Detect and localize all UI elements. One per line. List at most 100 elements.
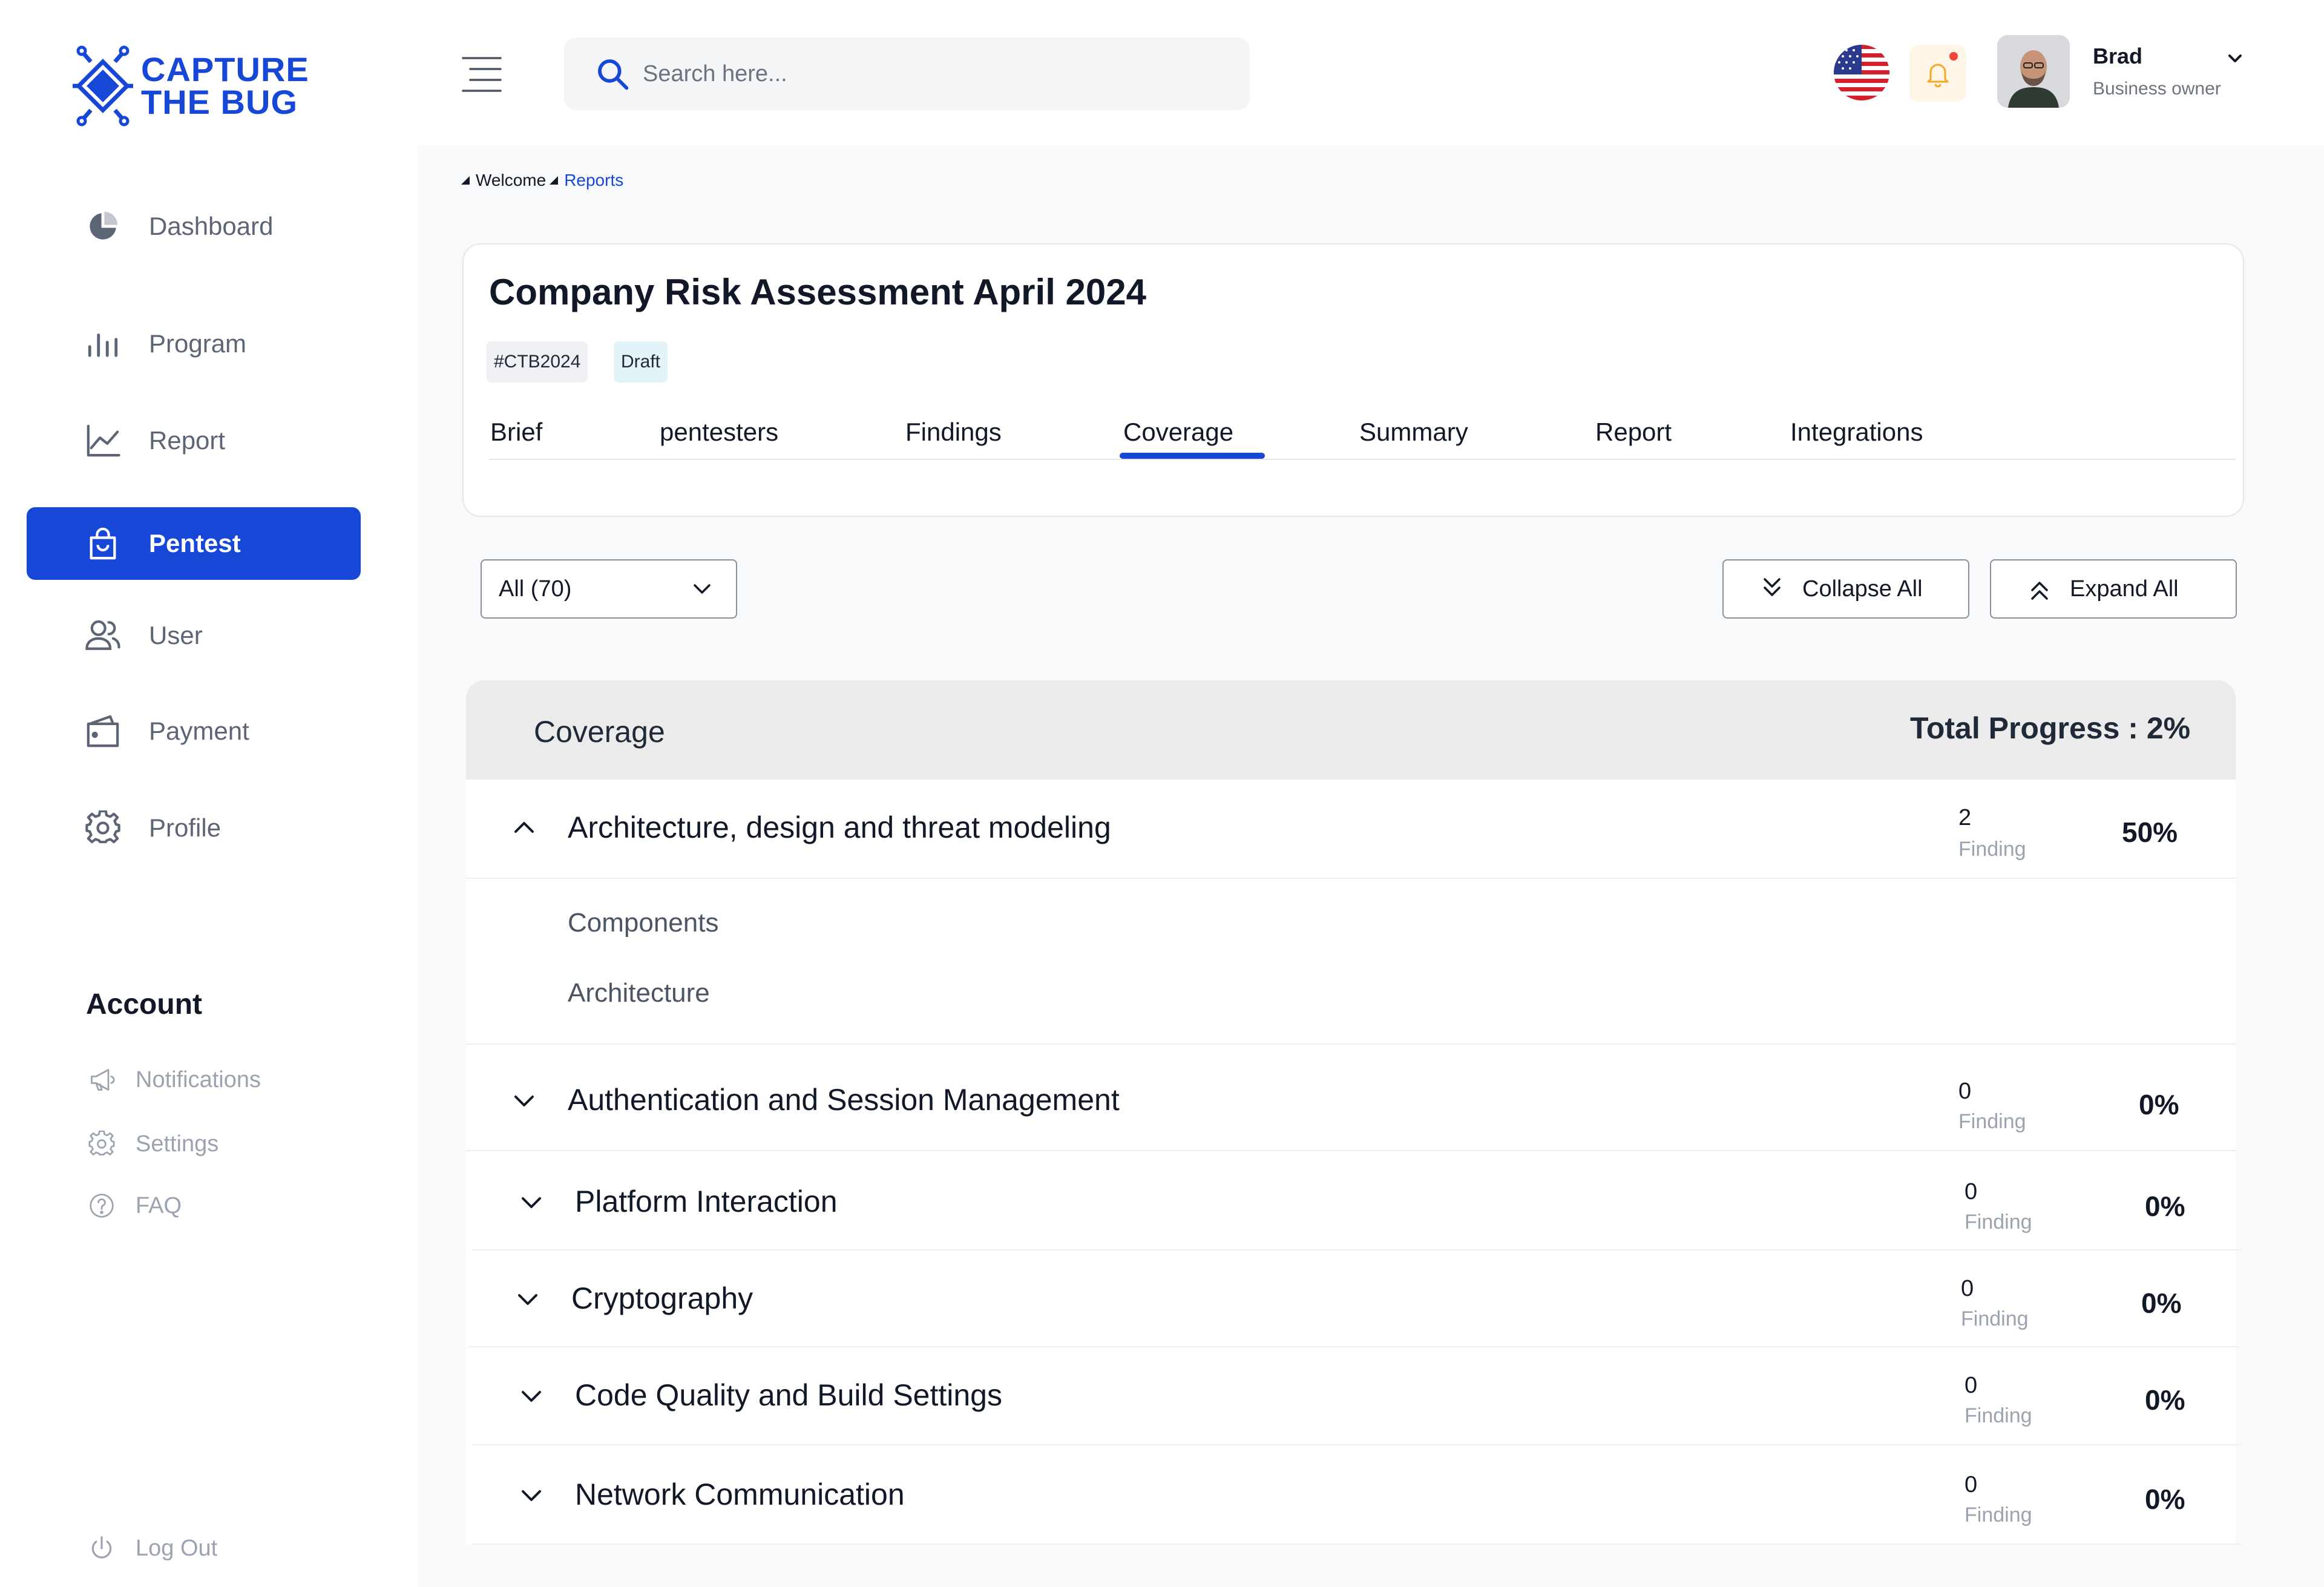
language-flag-icon[interactable] (1834, 45, 1889, 100)
sidebar-item-faq[interactable]: FAQ (87, 1188, 182, 1224)
chevron-up-icon[interactable] (511, 815, 537, 841)
search-input[interactable] (643, 61, 1187, 87)
question-icon (87, 1191, 116, 1220)
shopping-bag-icon (85, 525, 121, 562)
search-bar[interactable] (564, 38, 1250, 110)
brand-line-2: THE BUG (141, 83, 298, 121)
bell-icon (1927, 64, 1949, 88)
tab-divider (489, 459, 2236, 460)
filter-select[interactable]: All (70) (481, 559, 737, 619)
double-chevron-down-icon (1764, 578, 1781, 596)
megaphone-icon (87, 1065, 116, 1094)
sidebar-item-dashboard[interactable]: Dashboard (27, 190, 361, 263)
sub-category-item[interactable]: Architecture (568, 978, 710, 1008)
chevron-down-icon[interactable] (2225, 48, 2245, 69)
sub-category-item[interactable]: Components (568, 908, 718, 938)
tab-coverage[interactable]: Coverage (1123, 418, 1233, 447)
double-chevron-up-icon (2031, 582, 2048, 600)
finding-label: Finding (1965, 1211, 2032, 1234)
sidebar-item-label: Profile (149, 813, 222, 842)
category-name: Network Communication (575, 1477, 905, 1511)
breadcrumb-separator-icon (461, 176, 470, 185)
logout-button[interactable]: Log Out (87, 1530, 217, 1566)
finding-count: 0 (1965, 1179, 1978, 1204)
category-percent: 0% (2145, 1191, 2185, 1222)
sidebar-item-user[interactable]: User (27, 599, 361, 672)
brand-name: CAPTURE THE BUG (141, 53, 309, 119)
category-name: Code Quality and Build Settings (575, 1378, 1002, 1412)
notification-dot (1949, 52, 1958, 61)
sidebar-item-report[interactable]: Report (27, 404, 361, 477)
coverage-row-network-communication[interactable]: Network Communication 0 Finding 0% (472, 1445, 2242, 1545)
expand-all-button[interactable]: Expand All (1990, 559, 2237, 619)
finding-count: 0 (1965, 1472, 1978, 1497)
tab-brief[interactable]: Brief (490, 418, 542, 447)
chevron-down-icon[interactable] (518, 1189, 545, 1215)
sidebar-item-notifications[interactable]: Notifications (87, 1062, 261, 1098)
category-name: Platform Interaction (575, 1184, 838, 1218)
brand-logo[interactable]: CAPTURE THE BUG (70, 44, 309, 128)
chevron-down-icon[interactable] (511, 1087, 537, 1114)
sidebar-item-label: Settings (136, 1131, 219, 1157)
coverage-title: Coverage (534, 715, 665, 749)
tab-findings[interactable]: Findings (905, 418, 1002, 447)
user-role: Business owner (2093, 79, 2221, 99)
category-percent: 50% (2122, 816, 2178, 848)
category-name: Authentication and Session Management (568, 1083, 1120, 1117)
sidebar-item-pentest[interactable]: Pentest (27, 507, 361, 580)
breadcrumb-home[interactable]: Welcome (476, 171, 546, 190)
breadcrumb: Welcome Reports (461, 171, 623, 190)
sidebar-item-program[interactable]: Program (27, 307, 361, 380)
gear-icon (87, 1129, 116, 1158)
sidebar-item-label: Dashboard (149, 212, 274, 240)
sidebar-item-profile[interactable]: Profile (27, 792, 361, 864)
pie-chart-icon (85, 208, 121, 245)
logout-label: Log Out (136, 1535, 218, 1561)
breadcrumb-current[interactable]: Reports (564, 171, 623, 190)
coverage-row-authentication[interactable]: Authentication and Session Management 0 … (466, 1045, 2236, 1151)
category-percent: 0% (2139, 1089, 2179, 1120)
coverage-row-platform-interaction[interactable]: Platform Interaction 0 Finding 0% (472, 1151, 2242, 1250)
avatar[interactable] (1997, 35, 2070, 108)
page-title: Company Risk Assessment April 2024 (489, 272, 1147, 312)
collapse-all-button[interactable]: Collapse All (1722, 559, 1969, 619)
coverage-row-cryptography[interactable]: Cryptography 0 Finding 0% (468, 1250, 2238, 1347)
chevron-down-icon[interactable] (518, 1382, 545, 1409)
coverage-row-architecture[interactable]: Architecture, design and threat modeling… (466, 780, 2236, 879)
finding-label: Finding (1965, 1503, 2032, 1526)
sidebar-item-label: Program (149, 329, 247, 358)
category-name: Architecture, design and threat modeling (568, 810, 1111, 844)
sidebar-item-label: FAQ (136, 1192, 182, 1218)
finding-label: Finding (1961, 1307, 2029, 1330)
expand-all-label: Expand All (2070, 576, 2179, 602)
tab-report[interactable]: Report (1595, 418, 1672, 447)
tab-summary[interactable]: Summary (1359, 418, 1468, 447)
filter-value: All (70) (499, 576, 572, 602)
line-chart-icon (85, 422, 121, 459)
coverage-row-children: Components Architecture (466, 879, 2236, 1045)
chevron-down-icon[interactable] (514, 1286, 541, 1312)
sidebar-item-label: Payment (149, 717, 249, 745)
sidebar-item-settings[interactable]: Settings (87, 1126, 218, 1162)
sidebar-item-label: Pentest (149, 529, 241, 557)
search-icon (598, 59, 629, 90)
hamburger-menu-icon[interactable] (462, 56, 502, 92)
tab-pentesters[interactable]: pentesters (660, 418, 778, 447)
total-progress: Total Progress : 2% (1910, 711, 2191, 745)
power-icon (87, 1534, 116, 1563)
finding-count: 0 (1958, 1079, 1972, 1104)
bug-logo-icon (73, 45, 133, 126)
sidebar-item-payment[interactable]: Payment (27, 695, 361, 767)
wallet-icon (85, 713, 121, 749)
category-percent: 0% (2145, 1384, 2185, 1416)
chevron-down-icon[interactable] (518, 1482, 545, 1508)
status-badge: Draft (614, 341, 668, 383)
finding-count: 2 (1958, 805, 1972, 830)
coverage-row-code-quality[interactable]: Code Quality and Build Settings 0 Findin… (472, 1347, 2242, 1445)
tab-integrations[interactable]: Integrations (1790, 418, 1923, 447)
category-name: Cryptography (571, 1281, 753, 1315)
notification-button[interactable] (1909, 45, 1966, 102)
category-percent: 0% (2141, 1287, 2182, 1319)
user-name[interactable]: Brad (2093, 44, 2142, 69)
finding-count: 0 (1965, 1373, 1978, 1398)
